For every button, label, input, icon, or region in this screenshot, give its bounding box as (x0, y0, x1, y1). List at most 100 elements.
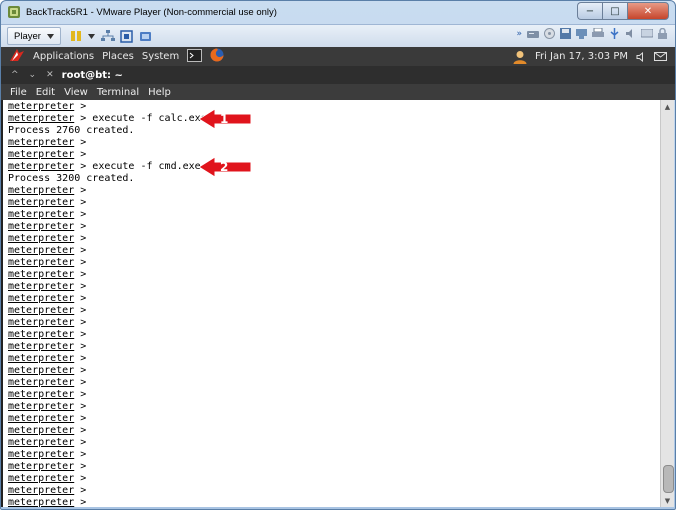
prompt-label: meterpreter (8, 401, 75, 412)
menu-places[interactable]: Places (102, 51, 134, 62)
annotation-number: 1 (220, 112, 228, 126)
prompt-label: meterpreter (8, 389, 75, 400)
panel-clock[interactable]: Fri Jan 17, 3:03 PM (535, 51, 628, 62)
terminal-shade-icon[interactable]: ^ (11, 70, 19, 80)
terminal-line: meterpreter > (8, 209, 207, 221)
gnome-top-panel: Applications Places System Fri Jan 17, 3… (1, 47, 675, 66)
command-text: > (74, 257, 87, 268)
prompt-label: meterpreter (8, 137, 75, 148)
command-text: > (74, 449, 87, 460)
terminal-line: meterpreter > (8, 245, 207, 257)
terminal-line: meterpreter > (8, 401, 207, 413)
prompt-label: meterpreter (8, 293, 75, 304)
command-text: > (74, 377, 87, 388)
terminal-line: meterpreter > (8, 101, 207, 113)
command-text: > (74, 233, 87, 244)
command-text: > (74, 461, 87, 472)
menu-file[interactable]: File (10, 87, 27, 98)
terminal-launcher-icon[interactable] (187, 48, 203, 65)
menu-view[interactable]: View (64, 87, 88, 98)
user-icon[interactable] (513, 50, 527, 64)
messages-icon[interactable] (641, 28, 653, 39)
vmware-window: BackTrack5R1 - VMware Player (Non-commer… (0, 0, 676, 510)
menu-edit[interactable]: Edit (36, 87, 55, 98)
prompt-label: meterpreter (8, 197, 75, 208)
terminal-line: meterpreter > (8, 353, 207, 365)
menu-system[interactable]: System (142, 51, 179, 62)
terminal-line: meterpreter > (8, 437, 207, 449)
command-text: > (74, 425, 87, 436)
terminal-line: meterpreter > (8, 365, 207, 377)
terminal-line: meterpreter > (8, 257, 207, 269)
backtrack-logo-icon[interactable] (9, 48, 25, 65)
terminal-line: meterpreter > (8, 317, 207, 329)
command-text: > (74, 413, 87, 424)
terminal-line: meterpreter > (8, 269, 207, 281)
command-text: > (74, 245, 87, 256)
terminal-line: meterpreter > (8, 233, 207, 245)
terminal-output[interactable]: meterpreter > meterpreter > execute -f ca… (1, 100, 660, 507)
prompt-label: meterpreter (8, 353, 75, 364)
terminal-line: meterpreter > (8, 461, 207, 473)
fullscreen-icon[interactable] (120, 29, 134, 43)
prompt-label: meterpreter (8, 233, 75, 244)
printer-icon[interactable] (592, 28, 604, 39)
window-titlebar[interactable]: BackTrack5R1 - VMware Player (Non-commer… (1, 1, 675, 23)
scrollbar-thumb[interactable] (663, 465, 674, 493)
prompt-label: meterpreter (8, 425, 75, 436)
prompt-label: meterpreter (8, 377, 75, 388)
lock-icon[interactable] (658, 28, 667, 39)
command-text: > (74, 293, 87, 304)
hard-disk-icon[interactable] (527, 29, 539, 39)
command-text: > (74, 389, 87, 400)
pause-icon[interactable] (69, 29, 83, 43)
scroll-up-arrow-icon[interactable]: ▲ (663, 102, 672, 111)
terminal-close-icon[interactable]: ✕ (46, 70, 54, 80)
maximize-button[interactable]: □ (602, 2, 627, 20)
prompt-label: meterpreter (8, 497, 75, 507)
network-adapter-icon[interactable] (576, 28, 587, 39)
terminal-scrollbar[interactable]: ▲ ▼ (660, 100, 674, 507)
sound-icon[interactable] (625, 28, 636, 39)
terminal-line: meterpreter > (8, 485, 207, 497)
maximize-icon: □ (610, 5, 620, 17)
firefox-icon[interactable] (210, 48, 224, 65)
minimize-button[interactable]: − (577, 2, 602, 20)
terminal-line: meterpreter > (8, 497, 207, 507)
vmware-toolbar: Player » (1, 24, 675, 47)
terminal-line: meterpreter > (8, 137, 207, 149)
command-text: > (74, 365, 87, 376)
cd-drive-icon[interactable] (544, 28, 555, 39)
mail-icon[interactable] (654, 52, 667, 61)
terminal-line: meterpreter > execute -f calc.exe (8, 113, 207, 125)
terminal-titlebar[interactable]: ^ ⌄ ✕ root@bt: ~ (1, 66, 675, 84)
annotation-arrow: 2 (197, 155, 253, 183)
terminal-line: meterpreter > (8, 425, 207, 437)
double-chevron-icon[interactable]: » (516, 29, 522, 39)
prompt-label: meterpreter (8, 437, 75, 448)
minimize-icon: − (585, 5, 595, 17)
close-button[interactable]: ✕ (627, 2, 669, 20)
chevron-down-icon[interactable] (87, 33, 95, 39)
menu-terminal[interactable]: Terminal (97, 87, 139, 98)
prompt-label: meterpreter (8, 161, 75, 172)
menu-help[interactable]: Help (148, 87, 171, 98)
command-text: > (74, 341, 87, 352)
usb-icon[interactable] (609, 28, 620, 39)
terminal-dropdown-icon[interactable]: ⌄ (29, 70, 37, 80)
command-text: > (74, 137, 87, 148)
unity-icon[interactable] (139, 29, 153, 43)
volume-icon[interactable] (636, 51, 646, 62)
terminal-line: meterpreter > (8, 341, 207, 353)
floppy-icon[interactable] (560, 28, 571, 39)
command-text: > (74, 329, 87, 340)
network-icon[interactable] (100, 29, 115, 43)
player-menu-button[interactable]: Player (7, 27, 61, 45)
terminal-line: Process 2760 created. (8, 125, 207, 137)
command-text: > (74, 353, 87, 364)
menu-applications[interactable]: Applications (33, 51, 94, 62)
prompt-label: meterpreter (8, 485, 75, 496)
scroll-down-arrow-icon[interactable]: ▼ (663, 496, 672, 505)
output-text: Process 3200 created. (8, 173, 135, 184)
terminal-line: meterpreter > (8, 377, 207, 389)
